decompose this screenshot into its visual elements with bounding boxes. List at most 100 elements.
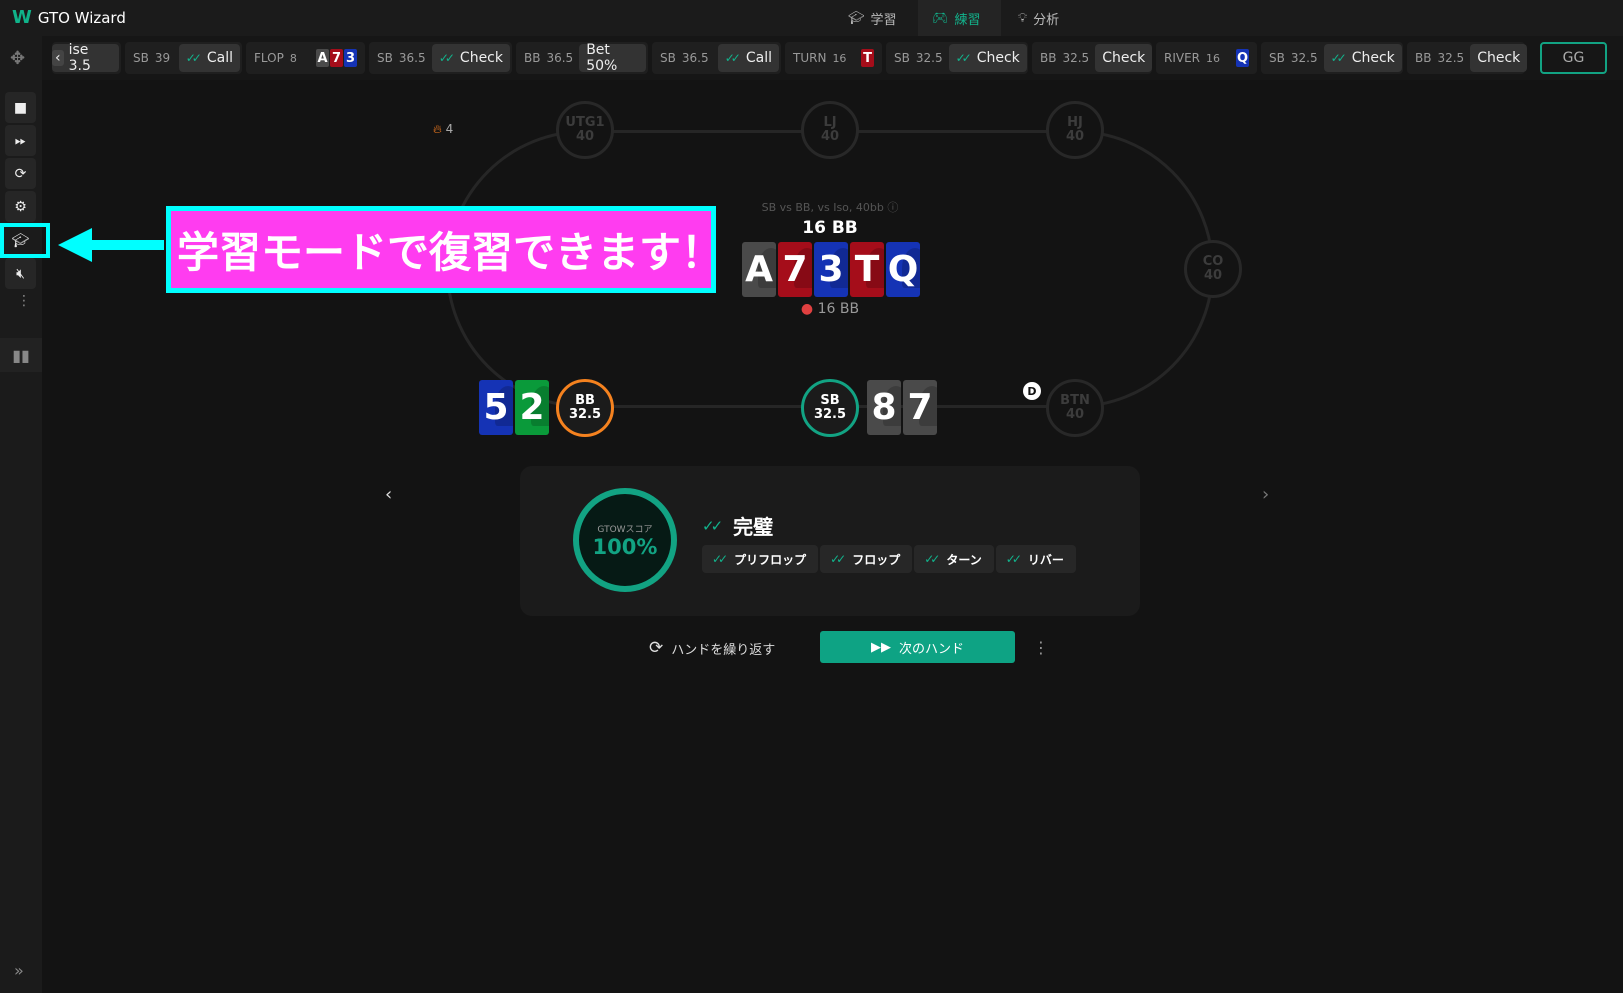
action-item[interactable]: SB 36.5 ✓✓ Check xyxy=(369,42,512,74)
seat-position: BTN xyxy=(1060,393,1090,408)
info-icon[interactable]: ⓘ xyxy=(887,201,898,214)
cards-icon[interactable]: ✥ xyxy=(10,48,25,69)
seat-btn[interactable]: BTN 40 xyxy=(1046,379,1104,437)
action-item[interactable]: BB 32.5 Check xyxy=(1407,42,1528,74)
mini-card: A xyxy=(316,49,329,67)
board-card: 7 xyxy=(778,242,812,297)
back-chevron-icon[interactable]: ‹ xyxy=(52,50,64,66)
seat-sb[interactable]: SB 32.5 xyxy=(801,379,859,437)
mini-card: 7 xyxy=(330,49,343,67)
action-button[interactable]: ✓✓ Check xyxy=(948,44,1027,72)
street-result-label: ターン xyxy=(946,552,982,567)
action-item[interactable]: ‹ ise 3.5 xyxy=(52,42,121,74)
fast-forward-icon: ▶▶ xyxy=(870,639,891,655)
seat-co[interactable]: CO 40 xyxy=(1184,240,1242,298)
stats-button[interactable]: ▮▮ xyxy=(0,338,42,372)
gg-button[interactable]: GG xyxy=(1540,42,1607,74)
tab-analyze[interactable]: 💡︎ 分析 xyxy=(1004,0,1073,36)
logo[interactable]: W GTO Wizard xyxy=(12,7,126,28)
board-card: A xyxy=(742,242,776,297)
settings-button[interactable]: ⚙ xyxy=(5,191,36,222)
action-button[interactable]: Check xyxy=(1470,44,1528,72)
action-button[interactable]: Bet 50% xyxy=(579,42,646,74)
seat-bb[interactable]: BB 32.5 xyxy=(556,379,614,437)
stop-button[interactable]: ■ xyxy=(5,92,36,123)
street-result-label: フロップ xyxy=(852,552,901,567)
action-button[interactable]: ✓✓ Check xyxy=(1323,44,1402,72)
mini-card: 3 xyxy=(344,49,357,67)
board-card: 3 xyxy=(814,242,848,297)
double-check-icon: ✓✓ xyxy=(712,552,728,566)
double-check-icon: ✓✓ xyxy=(924,552,940,566)
action-item[interactable]: SB 32.5 ✓✓ Check xyxy=(886,42,1028,74)
action-item[interactable]: SB 36.5 ✓✓ Call xyxy=(652,42,781,74)
street-river[interactable]: RIVER 16 Q xyxy=(1156,42,1257,74)
double-check-icon: ✓✓ xyxy=(185,51,202,65)
double-check-icon: ✓✓ xyxy=(830,552,846,566)
tab-learn[interactable]: 🎓︎ 学習 xyxy=(834,0,911,36)
street-pot: 16 xyxy=(1206,51,1221,65)
action-button[interactable]: Check xyxy=(1095,44,1153,72)
seat-stack: 40 xyxy=(1065,129,1085,144)
action-button[interactable]: ✓✓ Check xyxy=(431,44,510,72)
seat-position: UTG1 xyxy=(565,115,605,130)
fire-icon: 🔥︎ xyxy=(433,122,442,136)
mute-button[interactable]: 🔇︎ xyxy=(5,258,36,289)
chips-icon: ● xyxy=(800,301,814,317)
action-stack: 32.5 xyxy=(1437,51,1465,65)
action-position: BB xyxy=(1040,51,1057,65)
tab-practice[interactable]: 🎮︎ 練習 xyxy=(918,0,1001,36)
seat-hj[interactable]: HJ 40 xyxy=(1046,101,1104,159)
double-check-icon: ✓✓ xyxy=(955,51,972,65)
seat-utg1[interactable]: UTG1 40 xyxy=(556,101,614,159)
refresh-button[interactable]: ⟳ xyxy=(5,158,36,189)
bb-hole-card: 5 xyxy=(479,380,513,435)
graduation-cap-icon: 🎓︎ xyxy=(848,10,865,26)
more-vertical-icon[interactable]: ⋮ xyxy=(17,293,31,309)
street-cards: Q xyxy=(1235,49,1249,67)
double-check-icon: ✓✓ xyxy=(438,51,455,65)
card-rank: T xyxy=(854,249,880,290)
next-arrow[interactable]: › xyxy=(1262,484,1269,505)
action-item[interactable]: BB 32.5 Check xyxy=(1032,42,1153,74)
street-name: TURN xyxy=(793,51,827,65)
next-hand-button[interactable]: ▶▶ 次のハンド xyxy=(820,631,1015,663)
seat-stack: 40 xyxy=(575,129,595,144)
action-stack: 32.5 xyxy=(1290,51,1318,65)
expand-icon[interactable]: » xyxy=(14,961,24,980)
fast-forward-icon: ⏩︎ xyxy=(14,132,27,149)
action-button[interactable]: ✓✓ Call xyxy=(178,44,240,72)
street-pot: 16 xyxy=(832,51,847,65)
tab-label: 分析 xyxy=(1033,12,1060,28)
more-options-icon[interactable]: ⋮ xyxy=(1033,638,1049,657)
street-turn[interactable]: TURN 16 T xyxy=(785,42,882,74)
bb-hole-card: 2 xyxy=(515,380,549,435)
action-item[interactable]: BB 36.5 Bet 50% xyxy=(516,42,648,74)
street-cards: A73 xyxy=(315,49,357,67)
bar-chart-icon: ▮▮ xyxy=(12,345,30,365)
action-button[interactable]: ‹ ise 3.5 xyxy=(52,42,119,74)
bet-chips: ● 16 BB xyxy=(730,301,930,317)
seat-lj[interactable]: LJ 40 xyxy=(801,101,859,159)
seat-position: LJ xyxy=(823,115,837,130)
action-position: SB xyxy=(133,51,149,65)
mini-card: T xyxy=(861,49,874,67)
action-item[interactable]: SB 39 ✓✓ Call xyxy=(125,42,242,74)
action-item[interactable]: SB 32.5 ✓✓ Check xyxy=(1261,42,1403,74)
street-flop[interactable]: FLOP 8 A 7 3 xyxy=(246,42,365,74)
action-stack: 36.5 xyxy=(546,51,574,65)
street-result-label: リバー xyxy=(1027,552,1064,567)
streak: 🔥︎ 4 xyxy=(433,122,453,137)
action-position: BB xyxy=(524,51,541,65)
logo-icon: W xyxy=(12,7,32,28)
replay-hand-button[interactable]: ⟳ ハンドを繰り返す xyxy=(649,638,775,658)
tab-label: 練習 xyxy=(954,12,981,28)
seat-stack: 32.5 xyxy=(568,407,602,422)
action-stack: 39 xyxy=(154,51,171,65)
prev-arrow[interactable]: ‹ xyxy=(385,484,392,505)
action-button[interactable]: ✓✓ Call xyxy=(717,44,779,72)
action-stack: 36.5 xyxy=(398,51,426,65)
action-label: Check xyxy=(1477,50,1521,66)
card-rank: Q xyxy=(887,249,919,290)
fast-forward-button[interactable]: ⏩︎ xyxy=(5,125,36,156)
